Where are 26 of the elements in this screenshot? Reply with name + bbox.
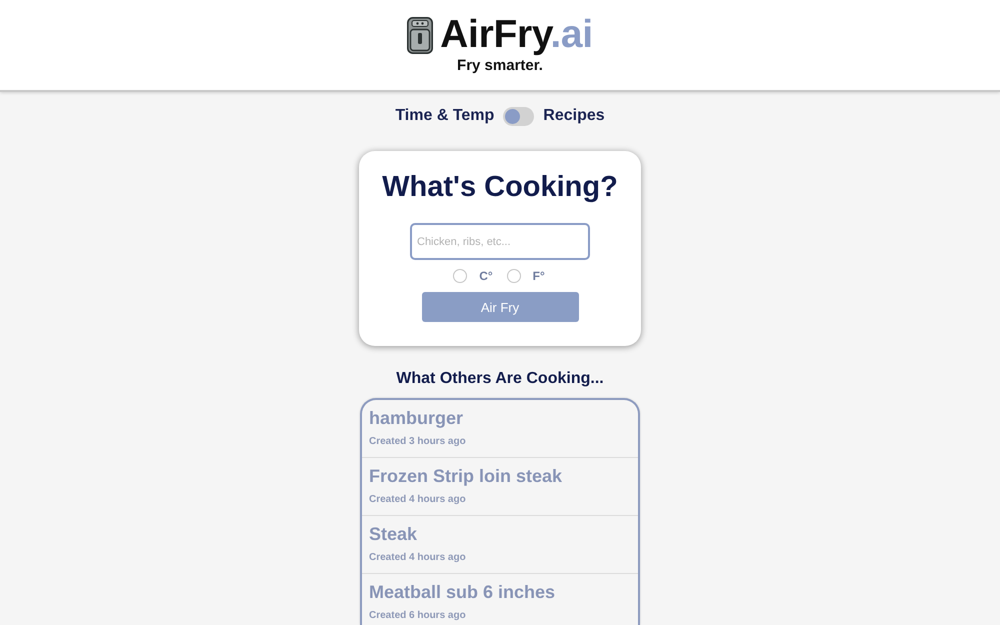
recipe-title: Frozen Strip loin steak <box>369 465 564 487</box>
section-heading: What Others Are Cooking... <box>396 369 604 389</box>
unit-label: F° <box>532 268 545 284</box>
recipe-item[interactable]: Steak Created 4 hours ago <box>362 516 638 574</box>
recipe-item[interactable]: Meatball sub 6 inches Created 6 hours ago <box>362 574 638 625</box>
recipe-title: Steak <box>369 523 418 545</box>
air-fryer-icon <box>407 16 434 54</box>
unit-label: C° <box>479 268 493 284</box>
toggle-switch[interactable] <box>503 106 534 126</box>
recipe-title: Meatball sub 6 inches <box>369 581 556 603</box>
created-time: Created 4 hours ago <box>369 494 467 505</box>
card-title: What's Cooking? <box>382 170 618 205</box>
tagline: Fry smarter. <box>457 57 543 75</box>
mode-label: Time & Temp <box>395 106 494 126</box>
recipe-item[interactable]: hamburger Created 3 hours ago <box>362 400 638 458</box>
air-fry-button[interactable]: Air Fry <box>422 292 578 322</box>
created-time: Created 3 hours ago <box>369 436 467 447</box>
created-time: Created 6 hours ago <box>369 610 467 621</box>
radio-button[interactable] <box>506 269 521 283</box>
created-time: Created 4 hours ago <box>369 552 467 563</box>
search-field[interactable]: Chicken, ribs, etc... <box>410 223 590 260</box>
mode-label: Recipes <box>543 106 605 126</box>
recipe-title: hamburger <box>369 407 464 429</box>
logo-wordmark: AirFry.ai <box>440 14 593 56</box>
radio-button[interactable] <box>453 269 468 283</box>
recipe-item[interactable]: Frozen Strip loin steak Created 4 hours ago <box>362 458 638 516</box>
